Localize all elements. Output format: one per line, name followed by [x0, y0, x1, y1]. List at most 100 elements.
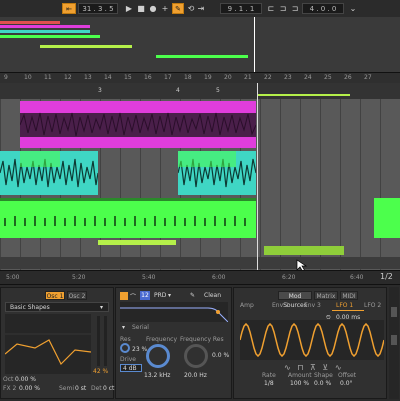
time-label: 6:20 [282, 274, 296, 281]
tab-lfo-1[interactable]: LFO 1 [336, 302, 353, 309]
rate-label: Rate [262, 372, 276, 379]
freq-res-percent[interactable]: 0.0 % [212, 352, 229, 359]
device-on-toggle[interactable] [120, 292, 128, 300]
offset-value[interactable]: 0.0° [340, 380, 353, 387]
preset-selector[interactable]: Basic Shapes ▾ [5, 302, 109, 312]
arrangement-position-field[interactable]: 31 . 3 . 5 [78, 3, 118, 14]
edit-icon[interactable]: ✎ [190, 292, 195, 299]
tab-mod-sources[interactable]: Mod Sources [278, 291, 312, 309]
chevron-down-icon[interactable]: ⌄ [348, 3, 358, 14]
field-value[interactable]: 0.00 % [15, 376, 36, 383]
frequency-knob[interactable] [146, 344, 170, 368]
midi-clip[interactable] [0, 198, 256, 238]
filter-routing[interactable]: Serial [132, 324, 149, 331]
bar-number: 23 [284, 74, 292, 81]
frequency-value[interactable]: 13.2 kHz [144, 372, 170, 379]
punch-in-icon[interactable]: ⊏ [266, 3, 276, 14]
plus-icon[interactable]: + [160, 3, 170, 14]
tab-midi[interactable]: MIDI [340, 291, 358, 300]
bar-number: 17 [164, 74, 172, 81]
metronome-button[interactable]: ⇤ [62, 3, 76, 14]
overview-clip [40, 45, 132, 48]
res-knob[interactable] [120, 343, 130, 353]
bar-number: 21 [244, 74, 252, 81]
bar-number: 9 [4, 74, 8, 81]
field-label: Oct [3, 376, 14, 383]
field-value[interactable]: 0.00 % [19, 385, 40, 392]
drive-field[interactable]: 4 dB [120, 364, 142, 372]
midi-clip[interactable] [264, 246, 344, 255]
midi-clip[interactable] [374, 198, 400, 238]
play-icon[interactable]: ▶ [124, 3, 134, 14]
punch-out-icon[interactable]: ⊐ [290, 3, 300, 14]
filter-mode[interactable]: Clean [204, 292, 221, 299]
shape-value[interactable]: 0.0 % [314, 380, 331, 387]
time-label: 5:40 [142, 274, 156, 281]
filter-curve-display[interactable] [120, 302, 228, 322]
filter-circuit[interactable]: PRD [154, 292, 166, 299]
draw-mode-button[interactable]: ✎ [172, 3, 184, 14]
loop-start-field[interactable]: 9 . 1 . 1 [220, 3, 262, 14]
bar-number: 24 [304, 74, 312, 81]
stop-icon[interactable]: ■ [136, 3, 146, 14]
chevron-down-icon[interactable]: ▾ [168, 292, 171, 299]
overview-clip [0, 25, 90, 28]
freq-res-knob[interactable] [184, 344, 208, 368]
level-slider[interactable] [104, 316, 107, 366]
freq-res-value[interactable]: 20.0 Hz [184, 372, 207, 379]
bar-number: 16 [144, 74, 152, 81]
overview-clip [0, 30, 90, 33]
level-slider[interactable] [97, 316, 100, 366]
loop-brace[interactable] [258, 94, 350, 96]
arrangement-overview[interactable] [0, 17, 400, 72]
empty-track[interactable] [0, 257, 400, 269]
bar-number: 26 [344, 74, 352, 81]
tab-osc-2[interactable]: Osc 2 [67, 291, 87, 300]
rate-value[interactable]: 1/8 [264, 380, 274, 387]
drive-value: 4 dB [123, 365, 137, 372]
punch-icon[interactable]: ⇥ [196, 3, 206, 14]
lfo-shape-selector[interactable]: ∿ ⊓ ⊼ ⊻ ∿ [284, 363, 344, 372]
amount-value[interactable]: 100 % [290, 380, 309, 387]
res-value[interactable]: 23 % [132, 346, 147, 353]
time-ruler[interactable]: 5:00 5:20 5:40 6:00 6:20 6:40 1/2 [0, 270, 400, 284]
tab-matrix[interactable]: Matrix [314, 291, 338, 300]
locator-marker[interactable]: 3 [98, 87, 102, 94]
loop-length-field[interactable]: 4 . 0 . 0 [302, 3, 344, 14]
clip-selection [178, 151, 236, 167]
zoom-fraction[interactable]: 1/2 [380, 272, 393, 281]
locator-marker[interactable]: 4 [176, 87, 180, 94]
lfo-waveform-display[interactable] [240, 320, 384, 360]
freq-res-label: Frequency Res [180, 336, 224, 343]
oscillator-shape-display[interactable] [5, 314, 91, 374]
locator-lane[interactable]: 3 4 5 [0, 83, 400, 99]
bar-number: 27 [364, 74, 372, 81]
device-chain: Osc 1 Osc 2 Basic Shapes ▾ 42 % Oct 0.00… [0, 284, 400, 401]
tab-lfo-2[interactable]: LFO 2 [364, 302, 381, 309]
locator-marker[interactable]: 5 [216, 87, 220, 94]
field-value[interactable]: 0 st [75, 385, 86, 392]
device-chain-scrollbar[interactable] [389, 287, 399, 399]
volume-fader[interactable] [391, 335, 397, 345]
tab-env-3[interactable]: Env 3 [304, 302, 321, 309]
time-label: 6:00 [212, 274, 226, 281]
record-icon[interactable]: ● [148, 3, 158, 14]
audio-clip[interactable] [20, 101, 256, 148]
volume-fader[interactable] [391, 307, 397, 317]
filter-type-icon[interactable]: ⌒ [130, 292, 136, 301]
time-label: 6:40 [350, 274, 364, 281]
chevron-down-icon[interactable]: ▾ [122, 324, 125, 331]
tab-env-2[interactable]: Env 2 [272, 302, 289, 309]
tab-amp[interactable]: Amp [240, 302, 254, 309]
arrangement-view[interactable]: 3 4 5 [0, 83, 400, 278]
field-value[interactable]: 0 ct [103, 385, 114, 392]
filter-slope-badge[interactable]: 12 [140, 291, 150, 300]
tab-osc-1[interactable]: Osc 1 [45, 291, 65, 300]
bar-number: 14 [104, 74, 112, 81]
loop-icon[interactable]: ⟲ [186, 3, 196, 14]
midi-clip[interactable] [98, 240, 176, 245]
loop-toggle-icon[interactable]: ⊐ [278, 3, 288, 14]
shape-label: Shape [314, 372, 333, 379]
transport-bar: ⇤ 31 . 3 . 5 ▶ ■ ● + ✎ ⟲ ⇥ 9 . 1 . 1 ⊏ ⊐… [0, 0, 400, 18]
bar-number: 15 [124, 74, 132, 81]
